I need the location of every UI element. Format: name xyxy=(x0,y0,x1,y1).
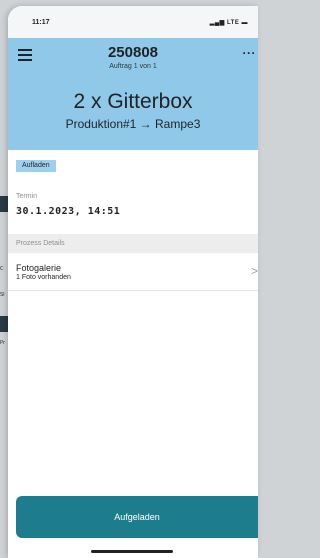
background-text: Pr xyxy=(0,340,5,346)
status-bar: 11:17 ▂▄▆ LTE ▬ xyxy=(8,6,258,38)
background-text: SI xyxy=(0,292,5,298)
page-title: 2 x Gitterbox xyxy=(73,90,193,113)
order-number: 250808 xyxy=(107,44,159,61)
phone-screen: 11:17 ▂▄▆ LTE ▬ ··· 250808 Auftrag 1 von… xyxy=(8,6,258,558)
termin-label: Termin xyxy=(16,193,38,200)
signal-icon: ▂▄▆ xyxy=(209,20,225,26)
battery-icon: ▬ xyxy=(241,20,248,26)
list-item-subtitle: 1 Foto vorhanden xyxy=(16,274,71,281)
signal-icon: ▂▄▆ LTE ▬ xyxy=(210,19,248,26)
network-label: LTE xyxy=(226,20,240,26)
order-subtitle: Auftrag 1 von 1 xyxy=(109,63,157,70)
aufgeladen-button[interactable]: Aufgeladen xyxy=(16,496,258,538)
chevron-right-icon: > xyxy=(250,264,258,278)
list-item-fotogalerie[interactable]: Fotogalerie 1 Foto vorhanden > xyxy=(8,253,258,291)
order-header: ··· 250808 Auftrag 1 von 1 2 x Gitterbox… xyxy=(8,38,258,150)
status-time: 11:17 xyxy=(32,19,50,26)
home-indicator xyxy=(91,550,173,553)
process-details-header: Prozess Details xyxy=(8,234,258,253)
status-badge: Aufladen xyxy=(16,160,56,172)
background-text: C xyxy=(0,266,4,272)
route-label: Produktion#1 → Rampe3 xyxy=(65,117,201,131)
list-item-title: Fotogalerie xyxy=(16,263,62,273)
termin-value: 30.1.2023, 14:51 xyxy=(16,206,121,217)
